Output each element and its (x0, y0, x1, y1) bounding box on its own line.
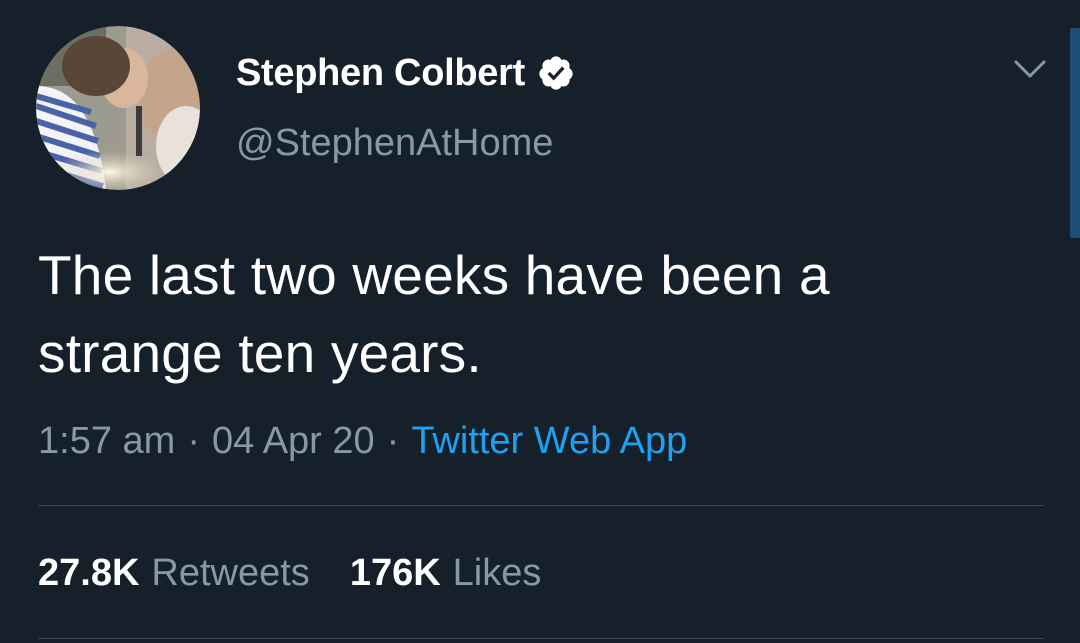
divider (38, 505, 1044, 506)
chevron-down-icon[interactable] (1012, 56, 1048, 82)
retweets-count: 27.8K (38, 551, 140, 594)
display-name[interactable]: Stephen Colbert (236, 52, 525, 95)
tweet-time[interactable]: 1:57 am (38, 420, 175, 463)
separator: · (187, 419, 200, 462)
author-name-row[interactable]: Stephen Colbert (236, 48, 575, 98)
tweet-meta: 1:57 am · 04 Apr 20 · Twitter Web App (38, 416, 687, 466)
retweets-label: Retweets (151, 551, 310, 594)
tweet-text-line: The last two weeks have been a (38, 244, 830, 306)
tweet-date[interactable]: 04 Apr 20 (212, 420, 375, 463)
tweet-text-line: strange ten years. (38, 322, 482, 384)
separator: · (386, 419, 400, 462)
likes-label: Likes (452, 551, 542, 594)
divider (38, 638, 1044, 639)
tweet-source-link[interactable]: Twitter Web App (411, 420, 687, 463)
tweet-text: The last two weeks have been a strange t… (38, 236, 1038, 392)
likes-stat[interactable]: 176K Likes (350, 552, 542, 595)
avatar[interactable] (36, 26, 200, 190)
retweets-stat[interactable]: 27.8K Retweets (38, 552, 310, 595)
verified-badge-icon (537, 54, 575, 92)
tweet-stats: 27.8K Retweets 176K Likes (38, 548, 541, 598)
likes-count: 176K (349, 551, 441, 594)
user-handle[interactable]: @StephenAtHome (236, 122, 553, 165)
avatar-image (36, 26, 200, 190)
scrollbar[interactable] (1070, 28, 1080, 238)
